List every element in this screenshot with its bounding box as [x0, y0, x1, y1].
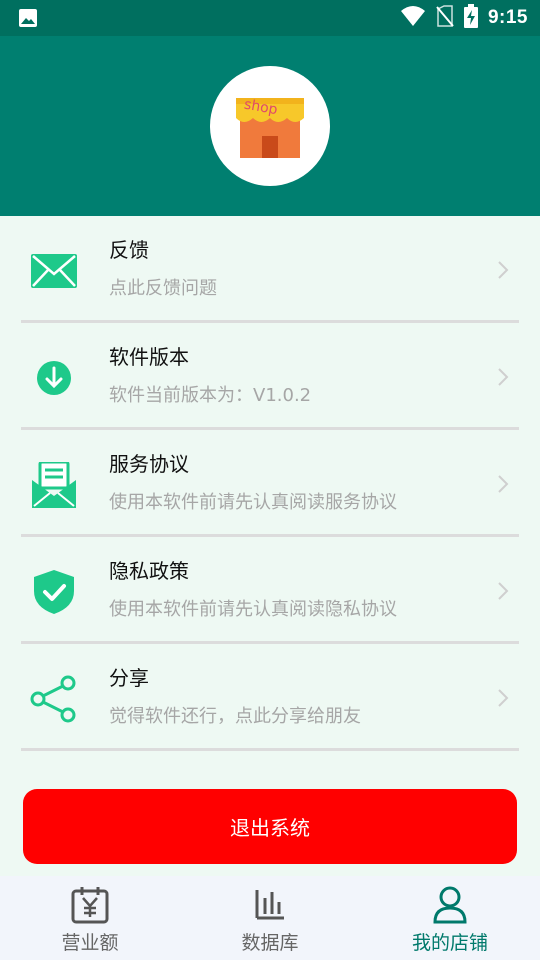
letter-document-icon: [29, 460, 79, 510]
download-circle-icon: [29, 353, 79, 403]
bar-chart-icon: [255, 886, 285, 924]
menu-item-subtitle: 使用本软件前请先认真阅读服务协议: [109, 492, 397, 513]
shop-avatar[interactable]: shop: [210, 66, 330, 186]
tab-my-shop[interactable]: 我的店铺: [360, 876, 540, 960]
no-sim-icon: [436, 5, 454, 31]
image-notification-icon: [18, 8, 38, 32]
calendar-yen-icon: [71, 886, 109, 928]
status-time: 9:15: [487, 7, 528, 28]
menu-item-subtitle: 使用本软件前请先认真阅读隐私协议: [109, 599, 397, 620]
menu-item-version[interactable]: 软件版本 软件当前版本为：V1.0.2: [21, 323, 519, 430]
user-icon: [433, 886, 467, 928]
menu-item-feedback[interactable]: 反馈 点此反馈问题: [21, 216, 519, 323]
chevron-right-icon: [497, 474, 509, 498]
chevron-right-icon: [497, 688, 509, 712]
menu-item-subtitle: 软件当前版本为：V1.0.2: [109, 385, 312, 406]
menu-item-subtitle: 觉得软件还行，点此分享给朋友: [109, 706, 361, 727]
envelope-icon: [29, 246, 79, 296]
tab-revenue[interactable]: 营业额: [0, 876, 180, 960]
menu-item-title: 服务协议: [109, 452, 189, 476]
menu-item-title: 隐私政策: [109, 559, 189, 583]
menu-item-share[interactable]: 分享 觉得软件还行，点此分享给朋友: [21, 644, 519, 751]
chevron-right-icon: [497, 581, 509, 605]
menu-item-privacy-policy[interactable]: 隐私政策 使用本软件前请先认真阅读隐私协议: [21, 537, 519, 644]
logout-button[interactable]: 退出系统: [23, 789, 517, 864]
menu-item-title: 软件版本: [109, 345, 189, 369]
profile-header: shop: [0, 36, 540, 216]
chevron-right-icon: [497, 367, 509, 391]
tab-label: 我的店铺: [411, 932, 488, 954]
menu-item-title: 反馈: [109, 238, 149, 262]
battery-charging-icon: [463, 4, 478, 32]
menu-item-subtitle: 点此反馈问题: [109, 278, 217, 299]
wifi-icon: [400, 5, 426, 31]
shop-logo-icon: shop: [236, 97, 304, 158]
share-icon: [29, 674, 79, 724]
bottom-tab-bar: 营业额 数据库 我的店铺: [0, 876, 540, 960]
menu-item-service-agreement[interactable]: 服务协议 使用本软件前请先认真阅读服务协议: [21, 430, 519, 537]
shield-check-icon: [29, 567, 79, 617]
menu-item-title: 分享: [109, 666, 149, 690]
chevron-right-icon: [497, 260, 509, 284]
settings-menu: 反馈 点此反馈问题 软件版本 软件当前版本为：V1.0.2 服务协议 使用本软件…: [0, 216, 540, 751]
tab-database[interactable]: 数据库: [180, 876, 360, 960]
tab-label: 数据库: [241, 932, 299, 954]
tab-label: 营业额: [61, 932, 119, 954]
status-bar: 9:15: [0, 0, 540, 36]
